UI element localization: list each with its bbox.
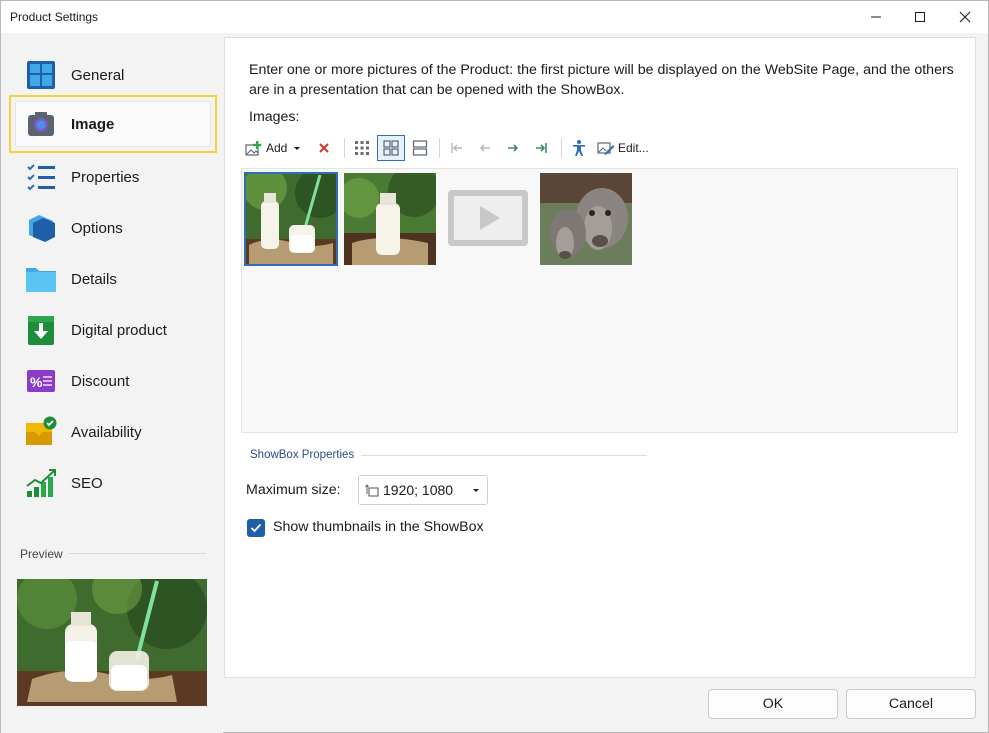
gallery-thumbnail[interactable] [244, 172, 338, 266]
gallery-thumbnail[interactable] [344, 173, 436, 265]
images-label: Images: [249, 109, 300, 125]
maximum-size-label: Maximum size: [246, 482, 341, 498]
discount-icon: % [27, 370, 55, 392]
sidebar-item-image[interactable]: Image [9, 95, 217, 153]
title-bar: Product Settings [1, 1, 988, 33]
milk-jar-straw-picture [245, 173, 337, 265]
settings-sidebar: General Image Properties Options Details… [1, 33, 223, 733]
ok-button[interactable]: OK [708, 689, 838, 719]
seo-chart-icon [26, 469, 56, 497]
images-toolbar: Add Edit... [243, 133, 963, 163]
sidebar-item-properties[interactable]: Properties [9, 148, 217, 206]
delete-x-icon [319, 143, 329, 153]
move-next-button[interactable] [501, 135, 525, 161]
grid-medium-icon [383, 140, 399, 156]
properties-list-icon [27, 164, 55, 191]
details-folder-icon [26, 268, 56, 292]
move-left-arrow-icon [480, 144, 490, 152]
toolbar-separator [561, 138, 562, 158]
minimize-icon [871, 16, 881, 18]
sidebar-item-label: Details [71, 270, 117, 288]
product-settings-window: Product Settings General Image Propertie… [0, 0, 989, 733]
maximize-icon [915, 12, 925, 22]
accessibility-icon [573, 140, 585, 156]
availability-box-icon [26, 416, 57, 445]
add-label: Add [266, 141, 288, 155]
showbox-divider [361, 455, 647, 456]
chevron-down-icon [473, 489, 479, 492]
sidebar-item-seo[interactable]: SEO [9, 454, 217, 512]
toolbar-separator [344, 138, 345, 158]
sidebar-item-details[interactable]: Details [9, 250, 217, 308]
move-first-icon [451, 143, 462, 153]
sidebar-item-availability[interactable]: Availability [9, 403, 217, 461]
add-dropdown-arrow-icon [294, 147, 301, 150]
milk-preview-picture [17, 579, 207, 706]
sidebar-item-label: Image [71, 115, 115, 133]
edit-image-button[interactable]: Edit... [597, 135, 649, 161]
camera-icon [28, 112, 54, 136]
edit-label: Edit... [618, 141, 649, 155]
maximize-button[interactable] [898, 1, 942, 33]
medium-thumbnails-view-button[interactable] [377, 135, 405, 161]
sidebar-item-options[interactable]: Options [9, 199, 217, 257]
sidebar-item-discount[interactable]: % Discount [9, 352, 217, 410]
sidebar-item-label: Discount [71, 372, 130, 390]
move-first-button[interactable] [445, 135, 469, 161]
minimize-button[interactable] [854, 1, 898, 33]
cancel-button[interactable]: Cancel [846, 689, 976, 719]
resize-icon [365, 484, 379, 497]
edit-image-icon [597, 142, 615, 155]
milk-bottle-picture [344, 173, 436, 265]
preview-divider [69, 553, 206, 554]
sidebar-item-label: Availability [71, 423, 142, 441]
options-layers-icon [29, 215, 55, 242]
small-thumbnails-view-button[interactable] [349, 135, 375, 161]
sidebar-item-label: Options [71, 219, 123, 237]
accessibility-button[interactable] [567, 135, 591, 161]
preview-label: Preview [20, 547, 63, 561]
show-thumbnails-label[interactable]: Show thumbnails in the ShowBox [273, 519, 484, 535]
sidebar-item-label: Properties [71, 168, 140, 186]
move-last-button[interactable] [529, 135, 553, 161]
list-view-icon [412, 140, 428, 156]
move-previous-button[interactable] [473, 135, 497, 161]
image-settings-panel: Enter one or more pictures of the Produc… [224, 37, 976, 678]
svg-text:%: % [30, 374, 43, 390]
maximum-size-value: 1920; 1080 [383, 482, 454, 498]
images-gallery[interactable] [241, 168, 958, 433]
grid-small-icon [355, 141, 369, 155]
maximum-size-dropdown[interactable]: 1920; 1080 [358, 475, 488, 505]
description-text: Enter one or more pictures of the Produc… [249, 62, 954, 98]
sidebar-item-label: SEO [71, 474, 103, 492]
close-button[interactable] [943, 1, 987, 33]
checkmark-icon [250, 523, 262, 533]
video-play-icon [448, 190, 528, 246]
gallery-video-thumbnail[interactable] [442, 173, 534, 265]
cows-picture [540, 173, 632, 265]
show-thumbnails-checkbox[interactable] [247, 519, 265, 537]
toolbar-separator [439, 138, 440, 158]
sidebar-item-digital-product[interactable]: Digital product [9, 301, 217, 359]
add-image-icon [245, 141, 262, 156]
sidebar-item-label: General [71, 66, 125, 84]
preview-image [17, 579, 207, 706]
large-thumbnails-view-button[interactable] [407, 135, 433, 161]
sidebar-item-label: Digital product [71, 321, 167, 339]
general-icon [27, 61, 55, 89]
add-image-button[interactable]: Add [245, 135, 303, 161]
move-last-icon [536, 143, 547, 153]
close-icon [959, 11, 971, 23]
delete-image-button[interactable] [315, 135, 333, 161]
showbox-properties-header: ShowBox Properties [250, 449, 355, 461]
move-right-arrow-icon [508, 144, 519, 152]
window-title: Product Settings [10, 10, 99, 24]
gallery-thumbnail[interactable] [540, 173, 632, 265]
download-icon [28, 316, 54, 345]
